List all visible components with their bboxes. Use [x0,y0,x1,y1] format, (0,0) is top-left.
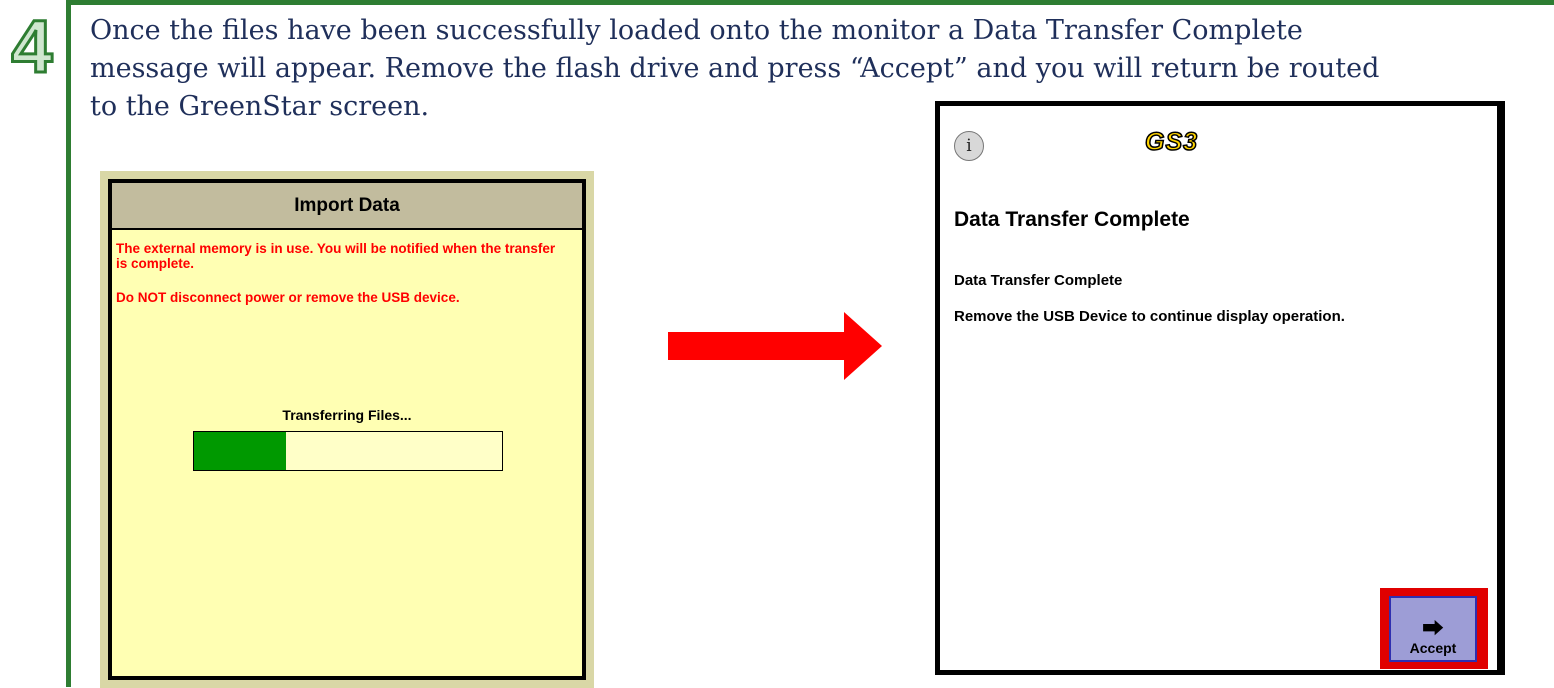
step-number-badge: 4 [10,10,54,80]
info-icon[interactable]: i [954,131,984,161]
dialog-title: Import Data [112,183,582,230]
import-data-dialog: Import Data The external memory is in us… [108,179,586,680]
transfer-complete-panel: i GS3 Data Transfer Complete Data Transf… [940,106,1500,670]
accept-highlight-box: ⮕ Accept [1380,588,1488,669]
arrow-right-diamond-icon: ⮕ [1421,616,1444,641]
transfer-status-label: Transferring Files... [282,407,412,423]
accept-button[interactable]: ⮕ Accept [1389,596,1477,662]
import-data-screen: Import Data The external memory is in us… [100,171,594,688]
gs3-logo: GS3 [1144,127,1199,157]
memory-in-use-message: The external memory is in use. You will … [116,241,556,271]
step-number: 4 [11,10,52,80]
do-not-disconnect-message: Do NOT disconnect power or remove the US… [116,290,460,305]
transfer-complete-text: Data Transfer Complete [954,272,1123,289]
accept-label: Accept [1409,640,1457,656]
transfer-complete-heading: Data Transfer Complete [954,208,1190,231]
progress-fill [194,432,287,470]
top-rule [66,0,1554,5]
right-arrow-icon [668,312,882,380]
transfer-progress-bar [193,431,503,471]
left-rule [66,0,71,687]
remove-usb-text: Remove the USB Device to continue displa… [954,308,1345,325]
